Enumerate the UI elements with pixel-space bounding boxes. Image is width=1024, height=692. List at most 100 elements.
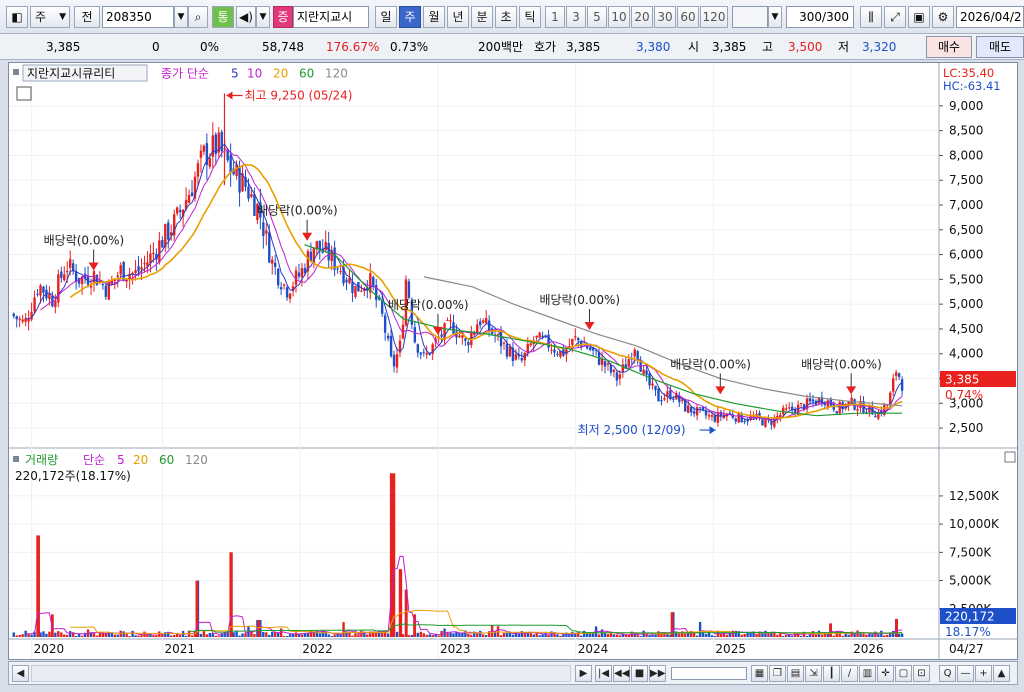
- price-tick-label: 5,500: [949, 272, 983, 286]
- custom-period-dropdown-icon[interactable]: ▼: [768, 6, 782, 28]
- candle-body: [479, 321, 482, 326]
- period-tab-week[interactable]: 주: [399, 6, 421, 28]
- volume-bar: [268, 634, 271, 637]
- zoom-slider[interactable]: [671, 667, 747, 680]
- candle-body: [413, 327, 417, 343]
- fit-icon[interactable]: ⊡: [913, 665, 930, 682]
- scroll-track[interactable]: [31, 665, 571, 682]
- volume-bar: [455, 632, 458, 637]
- period-tab-minute[interactable]: 분: [471, 6, 493, 28]
- buy-button[interactable]: 매수: [926, 36, 972, 58]
- print-icon[interactable]: ▤: [787, 665, 804, 682]
- scroll-right-icon[interactable]: ▶: [575, 665, 592, 682]
- volume-bar: [428, 634, 431, 637]
- volume-bar: [458, 633, 461, 637]
- table-toggle-icon[interactable]: [16, 86, 32, 101]
- mode-button[interactable]: 전: [74, 6, 100, 28]
- scroll-forward-icon[interactable]: ▶▶: [649, 665, 666, 682]
- magnify-icon[interactable]: Q: [939, 665, 956, 682]
- grid-icon[interactable]: ▥: [859, 665, 876, 682]
- volume-bar: [21, 634, 24, 637]
- volume-bar: [790, 635, 794, 637]
- candle-body: [648, 373, 651, 386]
- minute-20[interactable]: 20: [631, 6, 653, 28]
- volume-bar: [603, 633, 607, 637]
- zoom-in-icon[interactable]: +: [975, 665, 992, 682]
- volume-bar: [883, 635, 886, 637]
- candle-body: [60, 271, 63, 278]
- candle-body: [900, 379, 904, 391]
- copy-icon[interactable]: ❐: [769, 665, 786, 682]
- current-price-tag-text: 3,385: [945, 373, 979, 387]
- volume-bar: [69, 631, 72, 637]
- stop-icon[interactable]: ■: [631, 665, 648, 682]
- stock-code-input[interactable]: 208350: [102, 6, 174, 28]
- box-icon[interactable]: ▢: [895, 665, 912, 682]
- collapse-up-icon[interactable]: ▲: [993, 665, 1010, 682]
- candle-body: [894, 372, 898, 376]
- scroll-back-icon[interactable]: ◀◀: [613, 665, 630, 682]
- line-icon[interactable]: ∕: [841, 665, 858, 682]
- bar-icon[interactable]: ┃: [823, 665, 840, 682]
- date-input[interactable]: 2026/04/2: [956, 6, 1024, 28]
- candle-body: [811, 399, 815, 402]
- period-tab-day[interactable]: 일: [375, 6, 397, 28]
- minute-5[interactable]: 5: [587, 6, 607, 28]
- minute-120[interactable]: 120: [700, 6, 728, 28]
- zoom-out-icon[interactable]: —: [957, 665, 974, 682]
- candle-body: [508, 346, 512, 357]
- minute-3[interactable]: 3: [566, 6, 586, 28]
- minute-30[interactable]: 30: [654, 6, 676, 28]
- period-tab-tick[interactable]: 틱: [519, 6, 541, 28]
- export-icon[interactable]: ⇲: [805, 665, 822, 682]
- period-tab-month[interactable]: 월: [423, 6, 445, 28]
- speaker-dropdown-icon[interactable]: ▼: [256, 6, 270, 28]
- candle-body: [265, 230, 268, 234]
- volume-bar: [205, 634, 209, 637]
- scroll-first-icon[interactable]: |◀: [595, 665, 612, 682]
- minute-60[interactable]: 60: [677, 6, 699, 28]
- price-tick-label: 7,500: [949, 173, 983, 187]
- ex-dividend-label: 배당락(0.00%): [539, 293, 620, 307]
- volume-bar: [612, 634, 616, 637]
- volume-bar: [152, 635, 155, 637]
- period-tab-second[interactable]: 초: [495, 6, 517, 28]
- candle-settings-icon[interactable]: ⫼: [860, 6, 882, 28]
- price-tick-label: 8,000: [949, 148, 983, 162]
- cross-icon[interactable]: ✛: [877, 665, 894, 682]
- candle-body: [502, 342, 506, 344]
- candle-body: [42, 286, 45, 293]
- price-chart-svg[interactable]: 최고 9,250 (05/24) 최저 2,500 (12/09) 배당락(0.00…: [9, 63, 1017, 659]
- volume-tick-label: 10,000K: [949, 517, 1000, 531]
- stock-name-field[interactable]: 지란지교시: [293, 6, 369, 28]
- chart-scrollbar[interactable]: ◀ ▶ |◀ ◀◀ ■ ▶▶ ▦ ❐ ▤ ⇲ ┃ ∕ ▥ ✛ ▢ ⊡ Q — +…: [8, 661, 1018, 685]
- hc-label: HC:-63.41: [943, 79, 1001, 93]
- candle-body: [33, 297, 36, 312]
- period-tab-year[interactable]: 년: [447, 6, 469, 28]
- volume-close-icon[interactable]: [1004, 451, 1016, 463]
- volume-bar: [865, 634, 868, 637]
- chart-window-icon[interactable]: ◧: [6, 6, 28, 28]
- layout-icon[interactable]: ▦: [751, 665, 768, 682]
- candle-body: [897, 373, 901, 377]
- candle-body: [327, 242, 330, 261]
- volume-bar: [728, 633, 731, 637]
- indicator-icon[interactable]: ⤢: [884, 6, 906, 28]
- minute-1[interactable]: 1: [545, 6, 565, 28]
- volume-bar: [808, 634, 812, 637]
- search-icon[interactable]: ⌕: [188, 6, 208, 28]
- data-count-input[interactable]: 300/300: [786, 6, 854, 28]
- volume-ratio: 176.67%: [326, 40, 380, 54]
- minute-10[interactable]: 10: [608, 6, 630, 28]
- volume-legend-20: 20: [133, 453, 148, 467]
- gear-icon[interactable]: ⚙: [932, 6, 954, 28]
- scroll-left-icon[interactable]: ◀: [12, 665, 29, 682]
- market-select[interactable]: 주 ▼: [30, 6, 70, 28]
- code-dropdown-icon[interactable]: ▼: [174, 6, 188, 28]
- save-icon[interactable]: ▣: [908, 6, 930, 28]
- trade-badge[interactable]: 통: [212, 6, 234, 28]
- speaker-icon[interactable]: ◀): [236, 6, 256, 28]
- sell-button[interactable]: 매도: [976, 36, 1024, 58]
- volume-bar: [559, 635, 562, 637]
- custom-period-input[interactable]: [732, 6, 768, 28]
